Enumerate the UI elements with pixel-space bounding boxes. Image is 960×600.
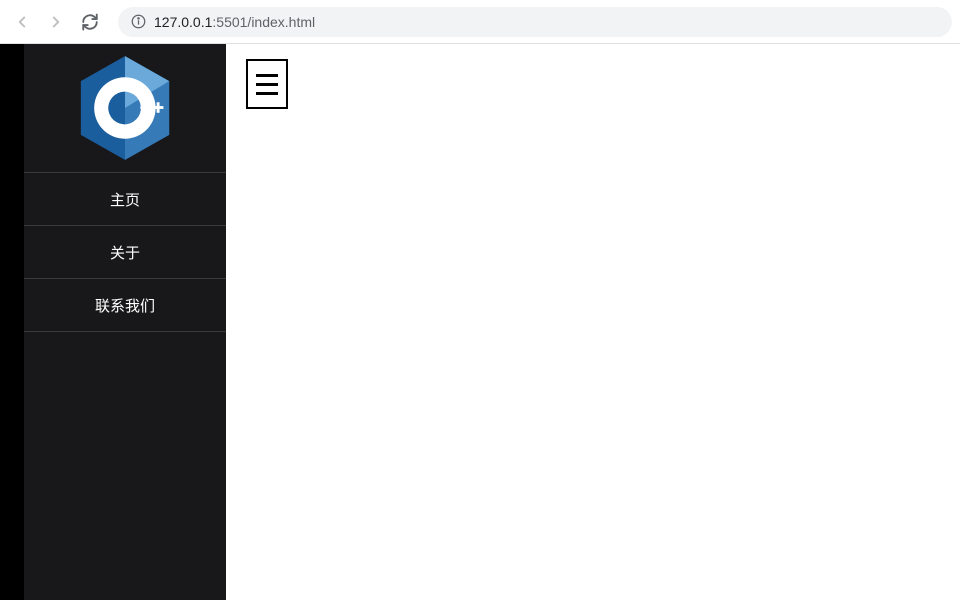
left-gutter bbox=[0, 44, 24, 600]
hamburger-line-icon bbox=[256, 74, 278, 77]
cpp-logo-icon bbox=[77, 54, 173, 162]
browser-toolbar: 127.0.0.1:5501/index.html bbox=[0, 0, 960, 44]
main-content bbox=[226, 44, 960, 600]
sidebar: 主页 关于 联系我们 bbox=[24, 44, 226, 600]
reload-button[interactable] bbox=[76, 8, 104, 36]
logo-area bbox=[24, 44, 226, 173]
hamburger-line-icon bbox=[256, 83, 278, 86]
sidebar-item-home[interactable]: 主页 bbox=[24, 173, 226, 226]
forward-button[interactable] bbox=[42, 8, 70, 36]
url-host: 127.0.0.1 bbox=[154, 14, 212, 30]
sidebar-item-about[interactable]: 关于 bbox=[24, 226, 226, 279]
page-container: 主页 关于 联系我们 bbox=[0, 44, 960, 600]
sidebar-item-label: 联系我们 bbox=[95, 295, 155, 316]
url-text: 127.0.0.1:5501/index.html bbox=[154, 14, 315, 30]
address-bar[interactable]: 127.0.0.1:5501/index.html bbox=[118, 7, 952, 37]
sidebar-item-contact[interactable]: 联系我们 bbox=[24, 279, 226, 332]
hamburger-line-icon bbox=[256, 92, 278, 95]
sidebar-item-label: 关于 bbox=[110, 242, 140, 263]
hamburger-menu-button[interactable] bbox=[246, 59, 288, 109]
site-info-icon[interactable] bbox=[130, 14, 146, 30]
url-path: :5501/index.html bbox=[212, 14, 315, 30]
sidebar-item-label: 主页 bbox=[110, 189, 140, 210]
back-button[interactable] bbox=[8, 8, 36, 36]
